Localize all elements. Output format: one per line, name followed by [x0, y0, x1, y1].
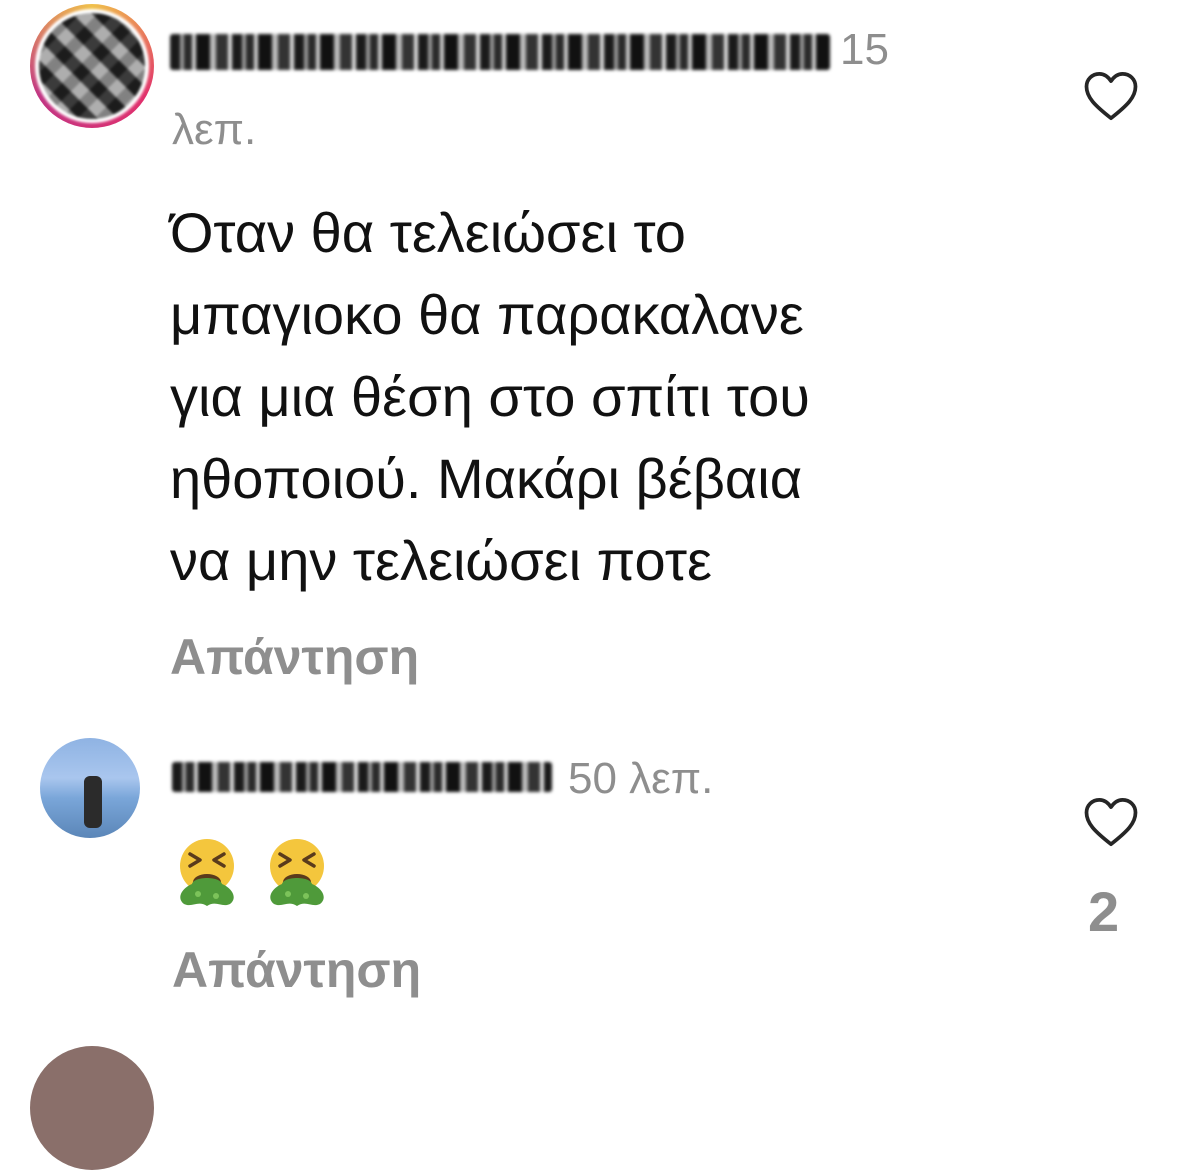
heart-outline-icon[interactable]	[1083, 70, 1139, 122]
comment-text: Όταν θα τελειώσει το μπαγιοκο θα παρακαλ…	[170, 201, 810, 592]
commenter-avatar[interactable]	[30, 1046, 154, 1170]
reply-button[interactable]: Απάντηση	[170, 632, 419, 682]
avatar-image	[35, 9, 149, 123]
commenter-username-blurred[interactable]	[172, 762, 552, 792]
reply-button[interactable]: Απάντηση	[172, 945, 421, 995]
comment-emojis	[172, 836, 332, 908]
commenter-avatar[interactable]	[40, 738, 140, 838]
avatar-image	[84, 776, 102, 828]
like-count[interactable]: 2	[1088, 884, 1119, 940]
comment-time: 15	[840, 25, 889, 74]
comment-time-unit: λεπ.	[172, 105, 257, 154]
commenter-username-blurred[interactable]	[170, 34, 830, 70]
heart-outline-icon[interactable]	[1083, 796, 1139, 848]
comment-time: 50 λεπ.	[568, 754, 714, 803]
vomiting-face-emoji	[270, 839, 324, 906]
commenter-avatar[interactable]	[30, 4, 154, 128]
vomiting-face-emoji	[180, 839, 234, 906]
